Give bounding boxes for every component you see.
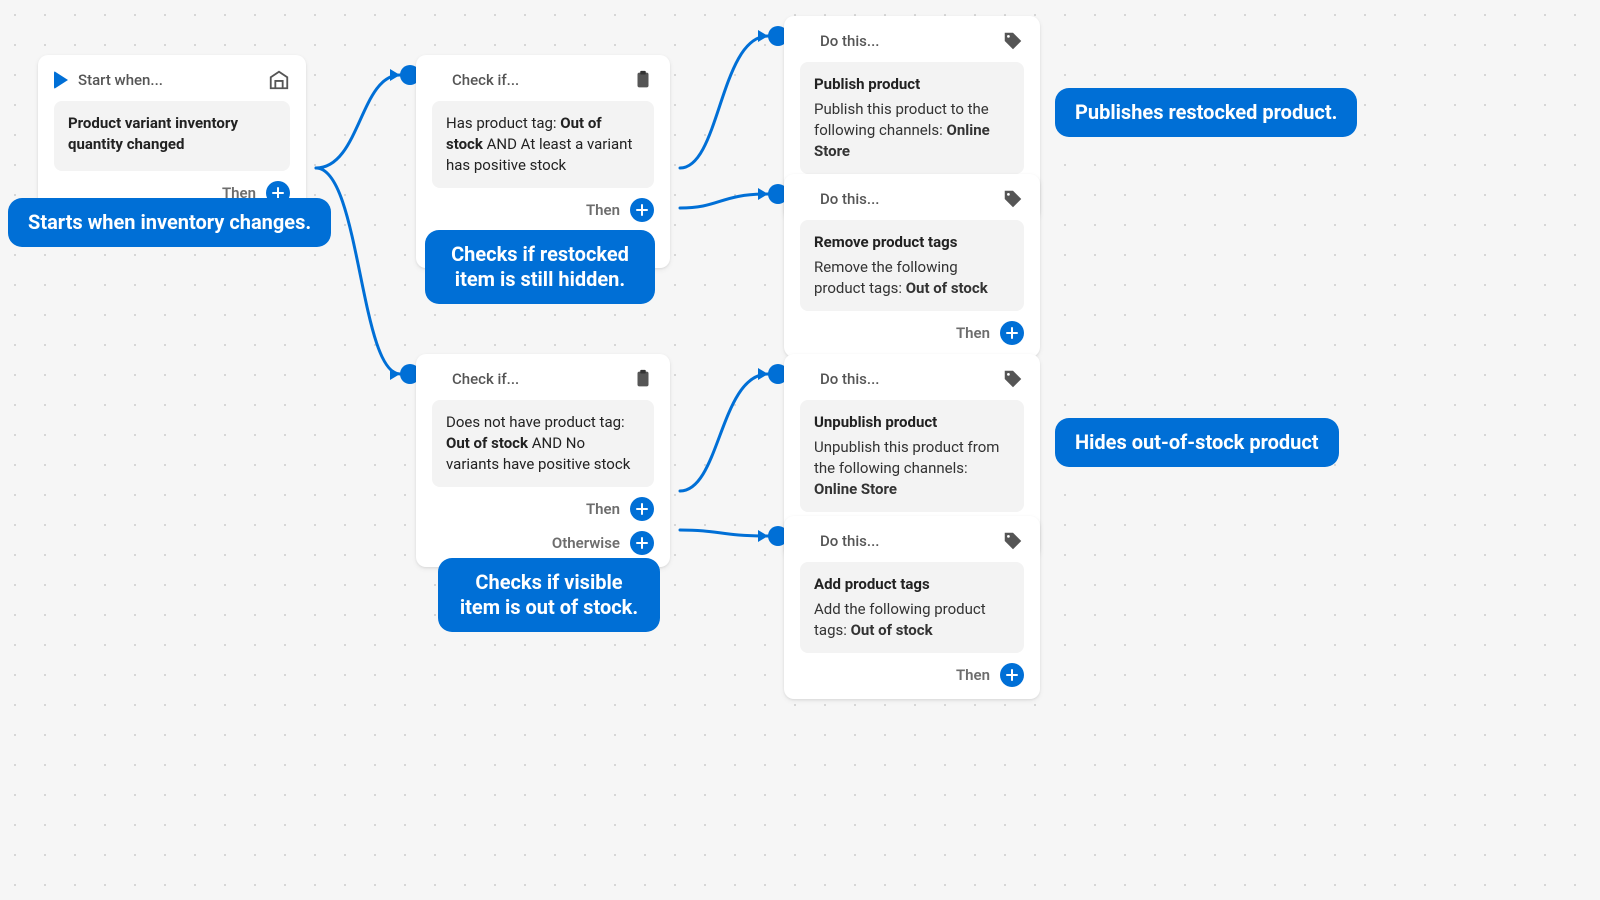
annotation-3: Checks if visible item is out of stock. xyxy=(438,558,660,632)
act-publish-header: Do this... xyxy=(820,32,879,50)
act-removetag-then-label: Then xyxy=(956,324,990,342)
act-addtag-desc: Add the following product tags: Out of s… xyxy=(814,599,1010,641)
act-addtag-then-label: Then xyxy=(956,666,990,684)
act-addtag-header: Do this... xyxy=(820,532,879,550)
trigger-title: Product variant inventory quantity chang… xyxy=(68,113,276,155)
cond2-otherwise-add-button[interactable] xyxy=(630,531,654,555)
cond1-then-add-button[interactable] xyxy=(630,198,654,222)
tag-icon xyxy=(1002,30,1024,52)
warehouse-icon xyxy=(268,69,290,91)
trigger-card[interactable]: Start when... Product variant inventory … xyxy=(38,55,306,217)
cond2-then-add-button[interactable] xyxy=(630,497,654,521)
clipboard-icon xyxy=(632,368,654,390)
act-addtag-title: Add product tags xyxy=(814,574,1010,595)
act-unpublish-header: Do this... xyxy=(820,370,879,388)
cond2-header-label: Check if... xyxy=(452,370,519,388)
tag-icon xyxy=(1002,530,1024,552)
act-publish-desc: Publish this product to the following ch… xyxy=(814,99,1010,162)
act-removetag-title: Remove product tags xyxy=(814,232,1010,253)
flow-canvas: Start when... Product variant inventory … xyxy=(0,0,1600,900)
annotation-2: Checks if restocked item is still hidden… xyxy=(425,230,655,304)
action-addtag-card[interactable]: Do this... Add product tags Add the foll… xyxy=(784,516,1040,699)
trigger-header-label: Start when... xyxy=(78,71,163,89)
condition-card-2[interactable]: Check if... Does not have product tag: O… xyxy=(416,354,670,567)
clipboard-icon xyxy=(632,69,654,91)
cond2-body: Does not have product tag: Out of stock … xyxy=(432,400,654,487)
annotation-4: Publishes restocked product. xyxy=(1055,88,1357,137)
cond2-otherwise-label: Otherwise xyxy=(552,534,620,552)
act-removetag-desc: Remove the following product tags: Out o… xyxy=(814,257,1010,299)
tag-icon xyxy=(1002,368,1024,390)
act-addtag-add-button[interactable] xyxy=(1000,663,1024,687)
cond2-then-label: Then xyxy=(586,500,620,518)
act-publish-title: Publish product xyxy=(814,74,1010,95)
act-removetag-add-button[interactable] xyxy=(1000,321,1024,345)
action-removetag-card[interactable]: Do this... Remove product tags Remove th… xyxy=(784,174,1040,357)
act-unpublish-title: Unpublish product xyxy=(814,412,1010,433)
cond1-header-label: Check if... xyxy=(452,71,519,89)
tag-icon xyxy=(1002,188,1024,210)
annotation-1: Starts when inventory changes. xyxy=(8,198,331,247)
play-icon xyxy=(54,71,68,89)
act-unpublish-desc: Unpublish this product from the followin… xyxy=(814,437,1010,500)
act-removetag-header: Do this... xyxy=(820,190,879,208)
cond1-body: Has product tag: Out of stock AND At lea… xyxy=(432,101,654,188)
cond1-then-label: Then xyxy=(586,201,620,219)
annotation-5: Hides out-of-stock product xyxy=(1055,418,1339,467)
